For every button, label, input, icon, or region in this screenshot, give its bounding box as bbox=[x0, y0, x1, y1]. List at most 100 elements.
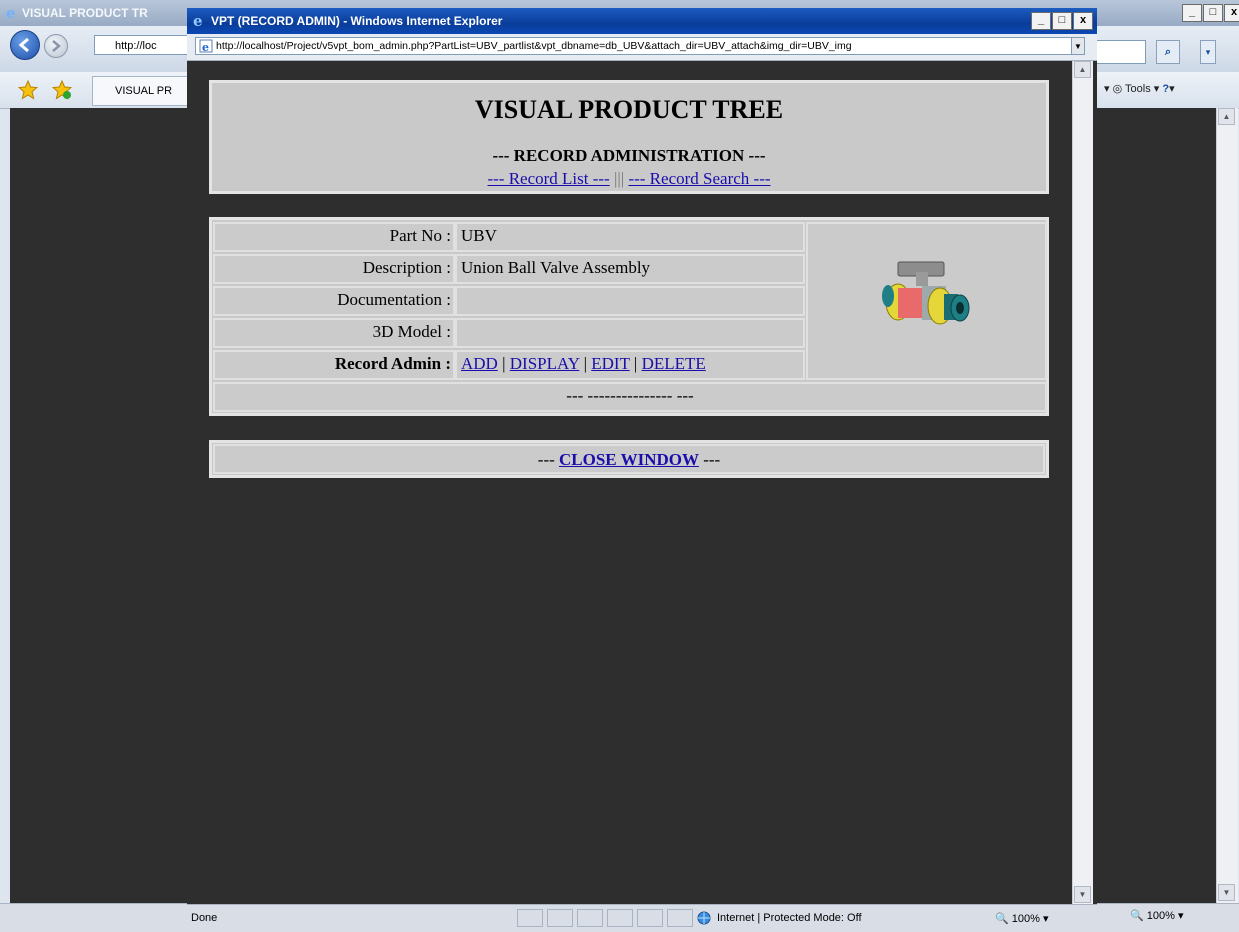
security-zone[interactable]: Internet | Protected Mode: Off bbox=[717, 912, 862, 924]
search-options-dropdown[interactable]: ▾ bbox=[1200, 40, 1216, 64]
header-nav: --- Record List --- ||| --- Record Searc… bbox=[212, 169, 1046, 189]
record-admin-label-cell: Record Admin : bbox=[213, 350, 455, 380]
tools-label: Tools bbox=[1125, 83, 1151, 95]
address-url: http://localhost/Project/v5vpt_bom_admin… bbox=[216, 40, 852, 52]
background-tab[interactable]: VISUAL PR bbox=[92, 76, 202, 106]
action-separator: | bbox=[633, 354, 638, 373]
popup-title-bar[interactable]: e VPT (RECORD ADMIN) - Windows Internet … bbox=[187, 8, 1097, 34]
record-admin-actions-cell: ADD | DISPLAY | EDIT | DELETE bbox=[455, 350, 805, 380]
edit-link[interactable]: EDIT bbox=[591, 354, 629, 373]
globe-icon bbox=[697, 911, 711, 925]
record-list-link[interactable]: --- Record List --- bbox=[487, 169, 609, 188]
record-admin-actions: ADD | DISPLAY | EDIT | DELETE bbox=[461, 354, 706, 374]
close-suffix: --- bbox=[703, 450, 721, 469]
zoom-value: 100% bbox=[1011, 913, 1040, 925]
record-footer-line: --- --------------- --- bbox=[566, 386, 694, 405]
popup-address-bar: e http://localhost/Project/v5vpt_bom_adm… bbox=[187, 34, 1097, 61]
scroll-up-button[interactable]: ▲ bbox=[1218, 108, 1235, 125]
background-scrollbar[interactable]: ▲ ▼ bbox=[1216, 108, 1238, 903]
part-no-value: UBV bbox=[461, 226, 497, 245]
status-cell bbox=[637, 909, 663, 927]
status-cell bbox=[517, 909, 543, 927]
status-cell bbox=[577, 909, 603, 927]
svg-text:e: e bbox=[193, 12, 203, 28]
scroll-down-button[interactable]: ▼ bbox=[1218, 884, 1235, 901]
documentation-label: Documentation : bbox=[337, 290, 451, 309]
zoom-control[interactable]: 🔍 100% ▾ bbox=[995, 912, 1048, 925]
popup-scrollbar[interactable]: ▲ ▼ bbox=[1072, 61, 1093, 904]
background-address-bar[interactable]: http://loc bbox=[94, 35, 194, 55]
back-button[interactable] bbox=[10, 30, 40, 60]
record-search-link[interactable]: --- Record Search --- bbox=[628, 169, 770, 188]
search-icon[interactable]: ⌕ bbox=[1156, 40, 1180, 64]
forward-arrow-icon bbox=[52, 40, 61, 52]
status-text: Done bbox=[191, 912, 218, 924]
close-window-link[interactable]: CLOSE WINDOW bbox=[559, 450, 699, 469]
popup-window-title: VPT (RECORD ADMIN) - Windows Internet Ex… bbox=[211, 14, 503, 28]
svg-text:e: e bbox=[202, 41, 209, 53]
documentation-label-cell: Documentation : bbox=[213, 286, 455, 316]
nav-separator: ||| bbox=[613, 169, 625, 188]
scroll-down-button[interactable]: ▼ bbox=[1074, 886, 1091, 903]
description-label: Description : bbox=[362, 258, 451, 277]
star-icon[interactable] bbox=[18, 80, 38, 100]
product-image-cell bbox=[806, 222, 1047, 380]
maximize-button[interactable]: □ bbox=[1203, 4, 1223, 22]
close-button[interactable]: x bbox=[1073, 12, 1093, 30]
documentation-value-cell bbox=[455, 286, 805, 316]
help-icon[interactable]: ? bbox=[1162, 83, 1169, 95]
close-prefix: --- bbox=[537, 450, 555, 469]
background-tab-label: VISUAL PR bbox=[115, 85, 173, 97]
part-no-label: Part No : bbox=[389, 226, 451, 245]
popup-status-bar: Done Internet | Protected Mode: Off 🔍 10… bbox=[187, 904, 1097, 932]
minimize-button[interactable]: _ bbox=[1182, 4, 1202, 22]
status-cell bbox=[547, 909, 573, 927]
page-icon: e bbox=[199, 39, 213, 53]
model-label-cell: 3D Model : bbox=[213, 318, 455, 348]
close-window-row: --- CLOSE WINDOW --- bbox=[213, 444, 1045, 474]
svg-text:e: e bbox=[6, 4, 16, 20]
background-window-title: VISUAL PRODUCT TR bbox=[22, 6, 148, 20]
minimize-button[interactable]: _ bbox=[1031, 12, 1051, 30]
action-separator: | bbox=[502, 354, 506, 373]
add-favorite-icon[interactable] bbox=[52, 80, 72, 100]
header-panel: VISUAL PRODUCT TREE --- RECORD ADMINISTR… bbox=[209, 80, 1049, 194]
address-dropdown[interactable]: ▼ bbox=[1071, 37, 1085, 55]
part-no-value-cell: UBV bbox=[455, 222, 805, 252]
display-link[interactable]: DISPLAY bbox=[510, 354, 580, 373]
close-window-panel: --- CLOSE WINDOW --- bbox=[209, 440, 1049, 478]
background-zoom-control[interactable]: 🔍 100% ▾ bbox=[1130, 909, 1183, 922]
page-title: VISUAL PRODUCT TREE bbox=[474, 95, 784, 124]
ball-valve-image bbox=[882, 261, 970, 325]
back-arrow-icon bbox=[18, 37, 29, 53]
background-search-input[interactable] bbox=[1094, 40, 1146, 64]
delete-link[interactable]: DELETE bbox=[642, 354, 706, 373]
description-value: Union Ball Valve Assembly bbox=[461, 258, 651, 277]
popup-browser-window: e VPT (RECORD ADMIN) - Windows Internet … bbox=[187, 8, 1097, 932]
record-admin-label: Record Admin : bbox=[334, 354, 451, 373]
model-label: 3D Model : bbox=[372, 322, 451, 341]
popup-content-area: VISUAL PRODUCT TREE --- RECORD ADMINISTR… bbox=[187, 61, 1072, 904]
status-cell bbox=[607, 909, 633, 927]
action-separator: | bbox=[583, 354, 587, 373]
close-button[interactable]: x bbox=[1224, 4, 1239, 22]
status-cell bbox=[667, 909, 693, 927]
tools-menu[interactable]: ▾ ◎ Tools ▾ ?▾ bbox=[1104, 82, 1175, 95]
ie-logo-icon: e bbox=[193, 12, 203, 28]
background-zoom-value: 100% bbox=[1146, 910, 1175, 922]
model-value-cell bbox=[455, 318, 805, 348]
background-window-controls: _ □ x bbox=[1182, 4, 1239, 22]
popup-window-controls: _ □ x bbox=[1031, 12, 1093, 30]
page-subtitle: --- RECORD ADMINISTRATION --- bbox=[492, 146, 766, 165]
scroll-up-button[interactable]: ▲ bbox=[1074, 61, 1091, 78]
add-link[interactable]: ADD bbox=[461, 354, 498, 373]
record-footer-cell: --- --------------- --- bbox=[213, 382, 1047, 412]
maximize-button[interactable]: □ bbox=[1052, 12, 1072, 30]
address-input[interactable]: e http://localhost/Project/v5vpt_bom_adm… bbox=[195, 37, 1075, 55]
ie-logo-icon: e bbox=[6, 4, 16, 20]
description-label-cell: Description : bbox=[213, 254, 455, 284]
record-panel: Part No : UBV Description : Union Ball V… bbox=[209, 217, 1049, 416]
part-no-label-cell: Part No : bbox=[213, 222, 455, 252]
forward-button[interactable] bbox=[44, 34, 68, 58]
description-value-cell: Union Ball Valve Assembly bbox=[455, 254, 805, 284]
